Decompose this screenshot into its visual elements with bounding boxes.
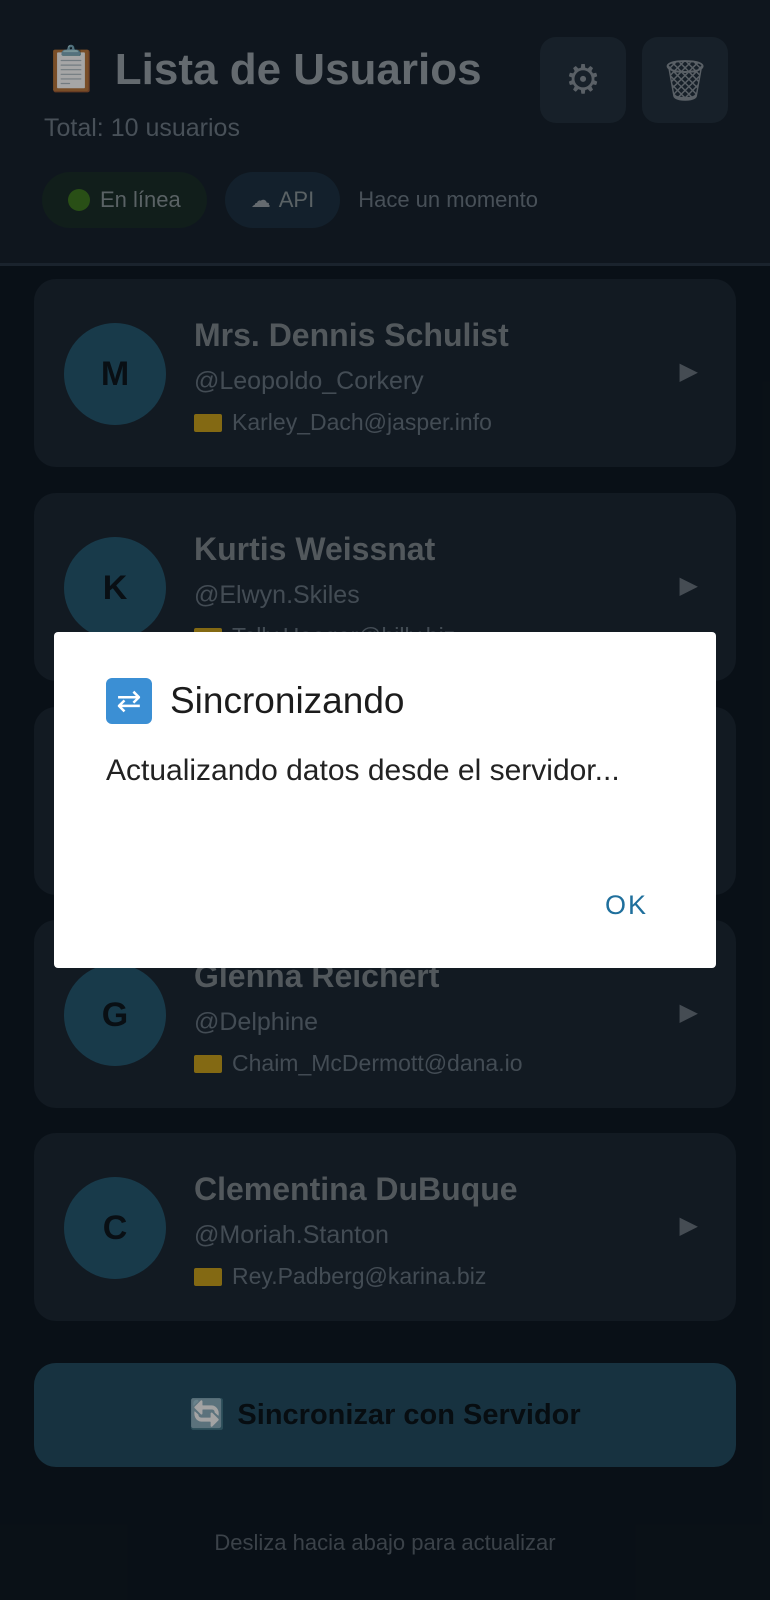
dialog-message: Actualizando datos desde el servidor... [106,754,620,787]
sync-icon: ⇄ [106,678,152,724]
dialog-title: Sincronizando [170,680,405,721]
dialog-ok-button[interactable]: OK [605,890,648,921]
app-screen: 📋 Lista de Usuarios Total: 10 usuarios ⚙… [0,0,770,1600]
dialog-title-row: ⇄ Sincronizando [106,678,404,724]
sync-dialog: ⇄ Sincronizando Actualizando datos desde… [54,632,716,968]
